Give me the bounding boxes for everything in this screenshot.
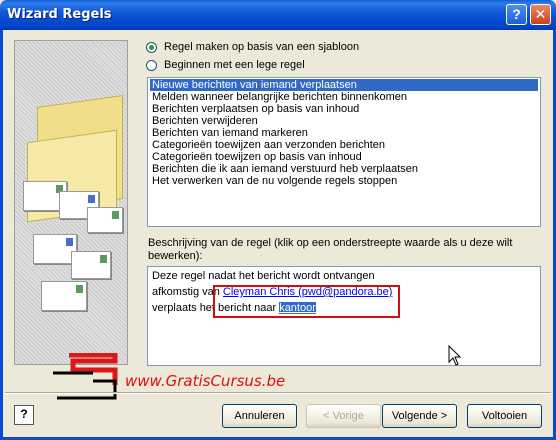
window-title: Wizard Regels: [7, 7, 112, 22]
option-blank[interactable]: Beginnen met een lege regel: [146, 58, 305, 72]
separator: [5, 392, 551, 394]
option-template-label: Regel maken op basis van een sjabloon: [164, 41, 360, 53]
radio-blank[interactable]: [146, 59, 157, 71]
list-item[interactable]: Melden wanneer belangrijke berichten bin…: [150, 91, 538, 103]
back-button: < Vorige: [306, 404, 381, 428]
rule-template-list[interactable]: Nieuwe berichten van iemand verplaatsen …: [147, 77, 541, 227]
watermark-text: www.GratisCursus.be: [125, 372, 286, 390]
help-title-button[interactable]: ?: [506, 4, 527, 25]
envelope-icon: [41, 281, 87, 311]
option-blank-label: Beginnen met een lege regel: [164, 59, 305, 71]
help-button[interactable]: ?: [14, 405, 34, 425]
cancel-button[interactable]: Annuleren: [222, 404, 297, 428]
finish-button[interactable]: Voltooien: [467, 404, 542, 428]
wizard-illustration: [14, 40, 128, 365]
option-template[interactable]: Regel maken op basis van een sjabloon: [146, 40, 359, 54]
mouse-cursor-icon: [448, 345, 462, 366]
list-item[interactable]: Het verwerken van de nu volgende regels …: [150, 175, 538, 187]
list-item[interactable]: Nieuwe berichten van iemand verplaatsen: [150, 79, 538, 91]
list-item[interactable]: Berichten verplaatsen op basis van inhou…: [150, 103, 538, 115]
envelope-icon: [87, 207, 123, 233]
envelope-icon: [71, 251, 111, 279]
list-item[interactable]: Berichten verwijderen: [150, 115, 538, 127]
title-bar: Wizard Regels ? ✕: [0, 0, 556, 30]
radio-template[interactable]: [146, 41, 157, 53]
list-item[interactable]: Berichten van iemand markeren: [150, 127, 538, 139]
next-button[interactable]: Volgende >: [382, 404, 457, 428]
description-label: Beschrijving van de regel (klik op een o…: [148, 237, 513, 262]
list-item[interactable]: Categorieën toewijzen aan verzonden beri…: [150, 139, 538, 151]
highlight-annotation: [213, 285, 400, 318]
description-line-1: Deze regel nadat het bericht wordt ontva…: [152, 270, 375, 282]
list-item[interactable]: Categorieën toewijzen op basis van inhou…: [150, 151, 538, 163]
list-item[interactable]: Berichten die ik aan iemand verstuurd he…: [150, 163, 538, 175]
close-button[interactable]: ✕: [530, 4, 551, 25]
